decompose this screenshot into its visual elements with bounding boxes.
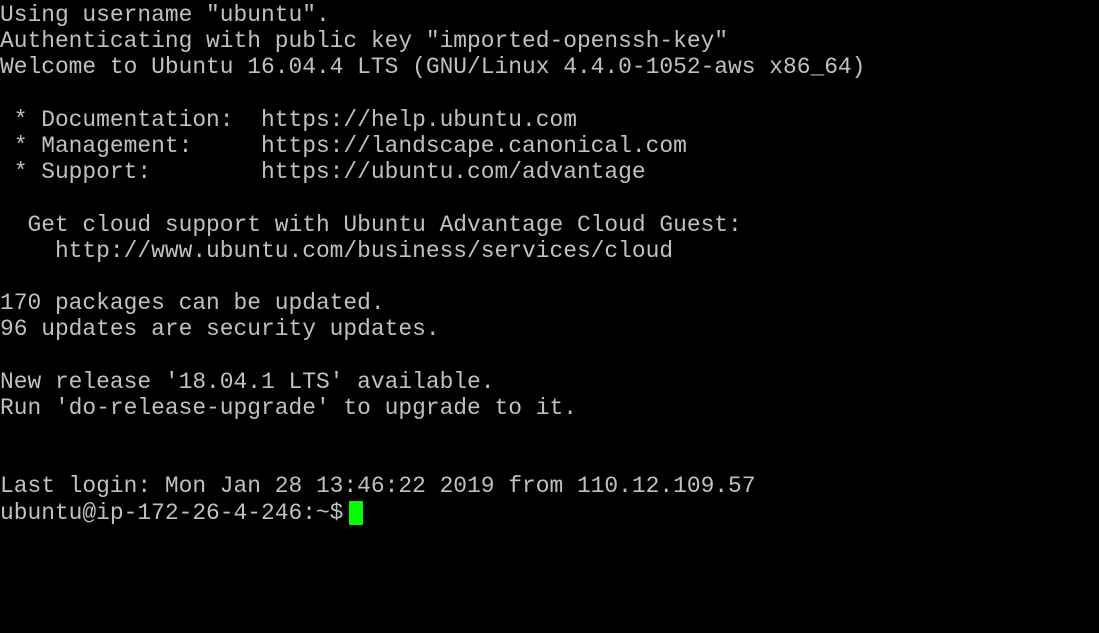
shell-prompt: ubuntu@ip-172-26-4-246:~$ <box>0 499 344 526</box>
terminal-line-support: * Support: https://ubuntu.com/advantage <box>0 159 646 186</box>
terminal-line-cloud-support: Get cloud support with Ubuntu Advantage … <box>0 211 742 238</box>
terminal-line-new-release: New release '18.04.1 LTS' available. <box>0 368 495 395</box>
terminal-line-auth: Authenticating with public key "imported… <box>0 28 729 55</box>
terminal-line-cloud-url: http://www.ubuntu.com/business/services/… <box>0 237 674 264</box>
terminal-window[interactable]: Using username "ubuntu". Authenticating … <box>0 0 1099 633</box>
cursor <box>349 500 364 525</box>
terminal-line-management: * Management: https://landscape.canonica… <box>0 132 687 159</box>
terminal-line-packages: 170 packages can be updated. <box>0 290 385 317</box>
terminal-line-documentation: * Documentation: https://help.ubuntu.com <box>0 106 577 133</box>
terminal-line-upgrade-hint: Run 'do-release-upgrade' to upgrade to i… <box>0 394 577 421</box>
terminal-line-welcome: Welcome to Ubuntu 16.04.4 LTS (GNU/Linux… <box>0 54 866 81</box>
terminal-prompt-line[interactable]: ubuntu@ip-172-26-4-246:~$ <box>0 500 1099 526</box>
terminal-line-username: Using username "ubuntu". <box>0 2 330 28</box>
terminal-line-security-updates: 96 updates are security updates. <box>0 316 440 343</box>
terminal-line-last-login: Last login: Mon Jan 28 13:46:22 2019 fro… <box>0 473 756 500</box>
